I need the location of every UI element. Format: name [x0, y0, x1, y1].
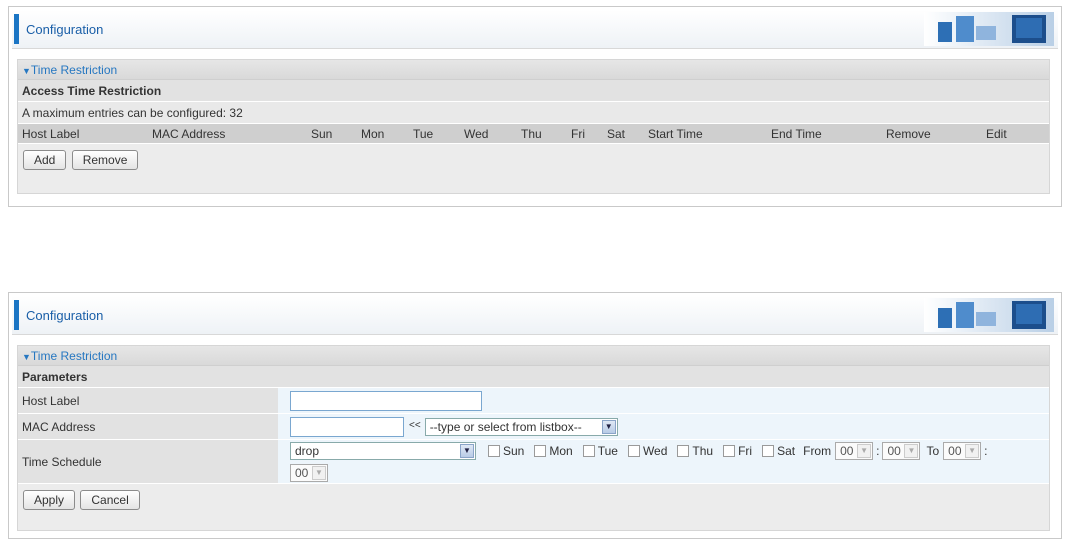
- section-title[interactable]: ▼Time Restriction: [18, 346, 1049, 366]
- sat-label: Sat: [777, 443, 796, 458]
- copy-from-listbox-button[interactable]: <<: [407, 419, 423, 435]
- host-label-label: Host Label: [18, 388, 278, 413]
- apply-button[interactable]: Apply: [23, 490, 76, 510]
- col-mac-address: MAC Address: [152, 127, 226, 141]
- max-entries-info: A maximum entries can be configured: 32: [18, 102, 1049, 124]
- from-label: From: [803, 443, 832, 458]
- action-value: drop: [295, 443, 320, 458]
- time-schedule-row: Time Schedule drop ▼ Sun Mon Tue Wed Thu…: [18, 440, 1049, 484]
- thu-checkbox[interactable]: [677, 444, 690, 457]
- to-label: To: [926, 443, 940, 458]
- from-minute-value: 00: [887, 443, 901, 458]
- mon-label: Mon: [549, 443, 573, 458]
- form-button-row: Apply Cancel: [18, 484, 1049, 510]
- to-hour-select[interactable]: 00 ▼: [943, 441, 982, 460]
- thu-label: Thu: [692, 443, 714, 458]
- from-minute-select[interactable]: 00 ▼: [882, 441, 921, 460]
- triangle-down-icon: ▼: [22, 66, 31, 76]
- from-hour-value: 00: [840, 443, 854, 458]
- action-select[interactable]: drop ▼: [290, 441, 476, 460]
- wed-label: Wed: [642, 443, 668, 458]
- time-restriction-section: ▼Time Restriction Access Time Restrictio…: [17, 59, 1050, 194]
- fri-checkbox[interactable]: [723, 444, 736, 457]
- col-start-time: Start Time: [648, 127, 703, 141]
- remove-button[interactable]: Remove: [71, 150, 139, 170]
- to-minute-value: 00: [295, 465, 309, 480]
- add-button[interactable]: Add: [23, 150, 67, 170]
- col-sat: Sat: [607, 127, 626, 141]
- sun-checkbox[interactable]: [488, 444, 500, 457]
- header-accent-bar: [14, 14, 19, 44]
- parameters-title: Parameters: [18, 366, 1049, 388]
- cancel-button[interactable]: Cancel: [80, 490, 140, 510]
- header-title: Configuration: [26, 308, 104, 323]
- sun-label: Sun: [503, 443, 525, 458]
- host-label-input[interactable]: [290, 390, 482, 411]
- mac-address-input[interactable]: [290, 416, 404, 437]
- header-accent-bar: [14, 300, 19, 330]
- to-colon: :: [984, 443, 988, 458]
- from-hour-select[interactable]: 00 ▼: [835, 441, 874, 460]
- mac-address-row: MAC Address << --type or select from lis…: [18, 414, 1049, 440]
- wed-checkbox[interactable]: [627, 444, 640, 457]
- tue-checkbox[interactable]: [582, 444, 595, 457]
- time-schedule-label: Time Schedule: [18, 440, 278, 483]
- subsection-title: Access Time Restriction: [18, 80, 1049, 102]
- list-button-row: Add Remove: [18, 144, 1049, 170]
- col-thu: Thu: [521, 127, 542, 141]
- col-sun: Sun: [311, 127, 333, 141]
- chevron-down-icon: ▼: [857, 443, 872, 458]
- col-wed: Wed: [464, 127, 489, 141]
- tue-label: Tue: [597, 443, 618, 458]
- chevron-down-icon: ▼: [460, 443, 474, 458]
- time-restriction-list-panel: Configuration ▼Time Restriction Access T…: [8, 6, 1062, 207]
- network-devices-banner-icon: [924, 298, 1054, 332]
- fri-label: Fri: [738, 443, 753, 458]
- time-restriction-section: ▼Time Restriction Parameters Host Label …: [17, 345, 1050, 531]
- mac-address-label: MAC Address: [18, 414, 278, 439]
- network-devices-banner-icon: [924, 12, 1054, 46]
- sat-checkbox[interactable]: [762, 444, 775, 457]
- col-end-time: End Time: [771, 127, 822, 141]
- configuration-header: Configuration: [12, 296, 1058, 335]
- to-hour-value: 00: [948, 443, 962, 458]
- col-fri: Fri: [571, 127, 585, 141]
- section-title[interactable]: ▼Time Restriction: [18, 60, 1049, 80]
- header-title: Configuration: [26, 22, 104, 37]
- host-label-row: Host Label: [18, 388, 1049, 414]
- col-tue: Tue: [413, 127, 434, 141]
- col-remove: Remove: [886, 127, 931, 141]
- configuration-header: Configuration: [12, 10, 1058, 49]
- col-mon: Mon: [361, 127, 385, 141]
- triangle-down-icon: ▼: [22, 352, 31, 362]
- mac-listbox-value: --type or select from listbox--: [429, 419, 582, 434]
- mon-checkbox[interactable]: [534, 444, 547, 457]
- chevron-down-icon: ▼: [965, 443, 980, 458]
- chevron-down-icon: ▼: [312, 465, 326, 480]
- to-minute-select[interactable]: 00 ▼: [290, 463, 328, 482]
- mac-listbox-select[interactable]: --type or select from listbox-- ▼: [424, 417, 618, 436]
- from-colon: :: [876, 443, 880, 458]
- col-host-label: Host Label: [22, 127, 80, 141]
- chevron-down-icon: ▼: [904, 443, 919, 458]
- chevron-down-icon: ▼: [601, 419, 616, 434]
- table-header-row: Host Label MAC Address Sun Mon Tue Wed T…: [18, 124, 1049, 144]
- col-edit: Edit: [986, 127, 1007, 141]
- time-restriction-form-panel: Configuration ▼Time Restriction Paramete…: [8, 292, 1062, 539]
